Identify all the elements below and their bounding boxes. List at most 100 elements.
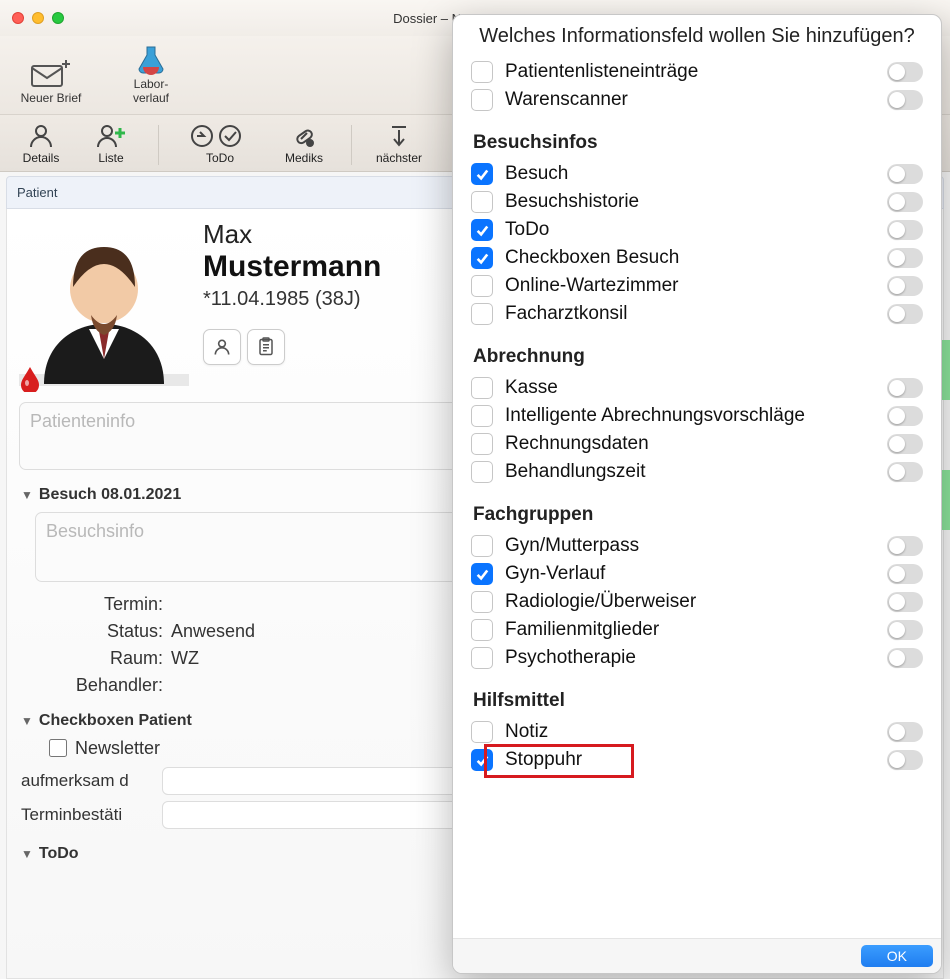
toolbar-label: Neuer Brief	[21, 92, 82, 106]
option-checkbox[interactable]	[471, 535, 493, 557]
flask-icon	[129, 42, 173, 78]
toolbar-new-letter[interactable]: Neuer Brief	[16, 56, 86, 106]
option-toggle[interactable]	[887, 164, 923, 184]
option-toggle[interactable]	[887, 434, 923, 454]
option-checkbox[interactable]	[471, 591, 493, 613]
option-row: Online-Wartezimmer	[469, 272, 925, 300]
option-toggle[interactable]	[887, 192, 923, 212]
patient-avatar	[19, 219, 189, 392]
option-checkbox[interactable]	[471, 647, 493, 669]
option-toggle[interactable]	[887, 90, 923, 110]
option-checkbox[interactable]	[471, 61, 493, 83]
option-label: Familienmitglieder	[505, 619, 659, 641]
option-row: Stoppuhr	[469, 746, 925, 774]
option-toggle[interactable]	[887, 648, 923, 668]
option-checkbox[interactable]	[471, 433, 493, 455]
todo-icons	[190, 121, 250, 151]
option-row: Besuchshistorie	[469, 188, 925, 216]
toolbar-label: Mediks	[285, 151, 323, 165]
option-toggle[interactable]	[887, 378, 923, 398]
toolbar-next[interactable]: nächster	[368, 121, 430, 165]
option-toggle[interactable]	[887, 592, 923, 612]
option-toggle[interactable]	[887, 220, 923, 240]
option-group-title: Besuchsinfos	[473, 132, 925, 154]
option-toggle[interactable]	[887, 722, 923, 742]
option-checkbox[interactable]	[471, 163, 493, 185]
option-checkbox[interactable]	[471, 191, 493, 213]
option-label: Warenscanner	[505, 89, 628, 111]
option-checkbox[interactable]	[471, 619, 493, 641]
chevron-down-icon: ▼	[21, 847, 33, 861]
option-row: Patientenlisteneinträge	[469, 58, 925, 86]
add-infofield-dialog: Welches Informationsfeld wollen Sie hinz…	[452, 14, 942, 974]
section-label: Besuch 08.01.2021	[39, 486, 181, 504]
option-label: Facharztkonsil	[505, 303, 628, 325]
option-label: Gyn-Verlauf	[505, 563, 605, 585]
option-row: Familienmitglieder	[469, 616, 925, 644]
checkbox-input[interactable]	[49, 739, 67, 757]
option-row: Intelligente Abrechnungsvorschläge	[469, 402, 925, 430]
patient-clipboard-button[interactable]	[247, 329, 285, 365]
option-checkbox[interactable]	[471, 405, 493, 427]
option-checkbox[interactable]	[471, 749, 493, 771]
pill-icon	[287, 121, 321, 151]
dialog-footer: OK	[453, 938, 941, 973]
option-checkbox[interactable]	[471, 721, 493, 743]
envelope-plus-icon	[29, 56, 73, 92]
row-label: Terminbestäti	[21, 805, 156, 825]
dialog-title: Welches Informationsfeld wollen Sie hinz…	[453, 15, 941, 58]
option-checkbox[interactable]	[471, 275, 493, 297]
option-row: Kasse	[469, 374, 925, 402]
option-toggle[interactable]	[887, 750, 923, 770]
option-toggle[interactable]	[887, 276, 923, 296]
option-row: Gyn-Verlauf	[469, 560, 925, 588]
label-behandler: Behandler:	[53, 675, 163, 696]
option-toggle[interactable]	[887, 536, 923, 556]
person-icon	[24, 121, 58, 151]
option-row: Notiz	[469, 718, 925, 746]
option-row: Rechnungsdaten	[469, 430, 925, 458]
option-label: Radiologie/Überweiser	[505, 591, 696, 613]
option-label: Intelligente Abrechnungsvorschläge	[505, 405, 805, 427]
option-toggle[interactable]	[887, 406, 923, 426]
toolbar-labor[interactable]: Labor- verlauf	[116, 42, 186, 106]
option-checkbox[interactable]	[471, 89, 493, 111]
option-label: Gyn/Mutterpass	[505, 535, 639, 557]
option-checkbox[interactable]	[471, 377, 493, 399]
placeholder: Patienteninfo	[30, 411, 135, 431]
toolbar-todo[interactable]: ToDo	[175, 121, 265, 165]
option-checkbox[interactable]	[471, 247, 493, 269]
option-checkbox[interactable]	[471, 219, 493, 241]
option-toggle[interactable]	[887, 304, 923, 324]
option-checkbox[interactable]	[471, 303, 493, 325]
option-group-title: Fachgruppen	[473, 504, 925, 526]
toolbar-list[interactable]: Liste	[80, 121, 142, 165]
dialog-body: Patientenlisteneinträge Warenscanner Besuc…	[453, 58, 941, 938]
option-toggle[interactable]	[887, 564, 923, 584]
toolbar-mediks[interactable]: Mediks	[273, 121, 335, 165]
option-toggle[interactable]	[887, 248, 923, 268]
toolbar-details[interactable]: Details	[10, 121, 72, 165]
option-label: Online-Wartezimmer	[505, 275, 679, 297]
person-plus-icon	[94, 121, 128, 151]
label-termin: Termin:	[53, 594, 163, 615]
toolbar-label: Liste	[98, 151, 123, 165]
option-row: Warenscanner	[469, 86, 925, 114]
option-row: Psychotherapie	[469, 644, 925, 672]
option-checkbox[interactable]	[471, 563, 493, 585]
option-group-title: Hilfsmittel	[473, 690, 925, 712]
patient-details-button[interactable]	[203, 329, 241, 365]
arrow-down-icon	[382, 121, 416, 151]
option-checkbox[interactable]	[471, 461, 493, 483]
patient-firstname: Max	[203, 219, 381, 250]
option-label: Notiz	[505, 721, 548, 743]
ok-button[interactable]: OK	[861, 945, 933, 967]
option-toggle[interactable]	[887, 62, 923, 82]
option-toggle[interactable]	[887, 462, 923, 482]
option-label: Behandlungszeit	[505, 461, 646, 483]
option-toggle[interactable]	[887, 620, 923, 640]
chevron-down-icon: ▼	[21, 714, 33, 728]
option-row: ToDo	[469, 216, 925, 244]
option-label: Patientenlisteneinträge	[505, 61, 698, 83]
option-group-title: Abrechnung	[473, 346, 925, 368]
